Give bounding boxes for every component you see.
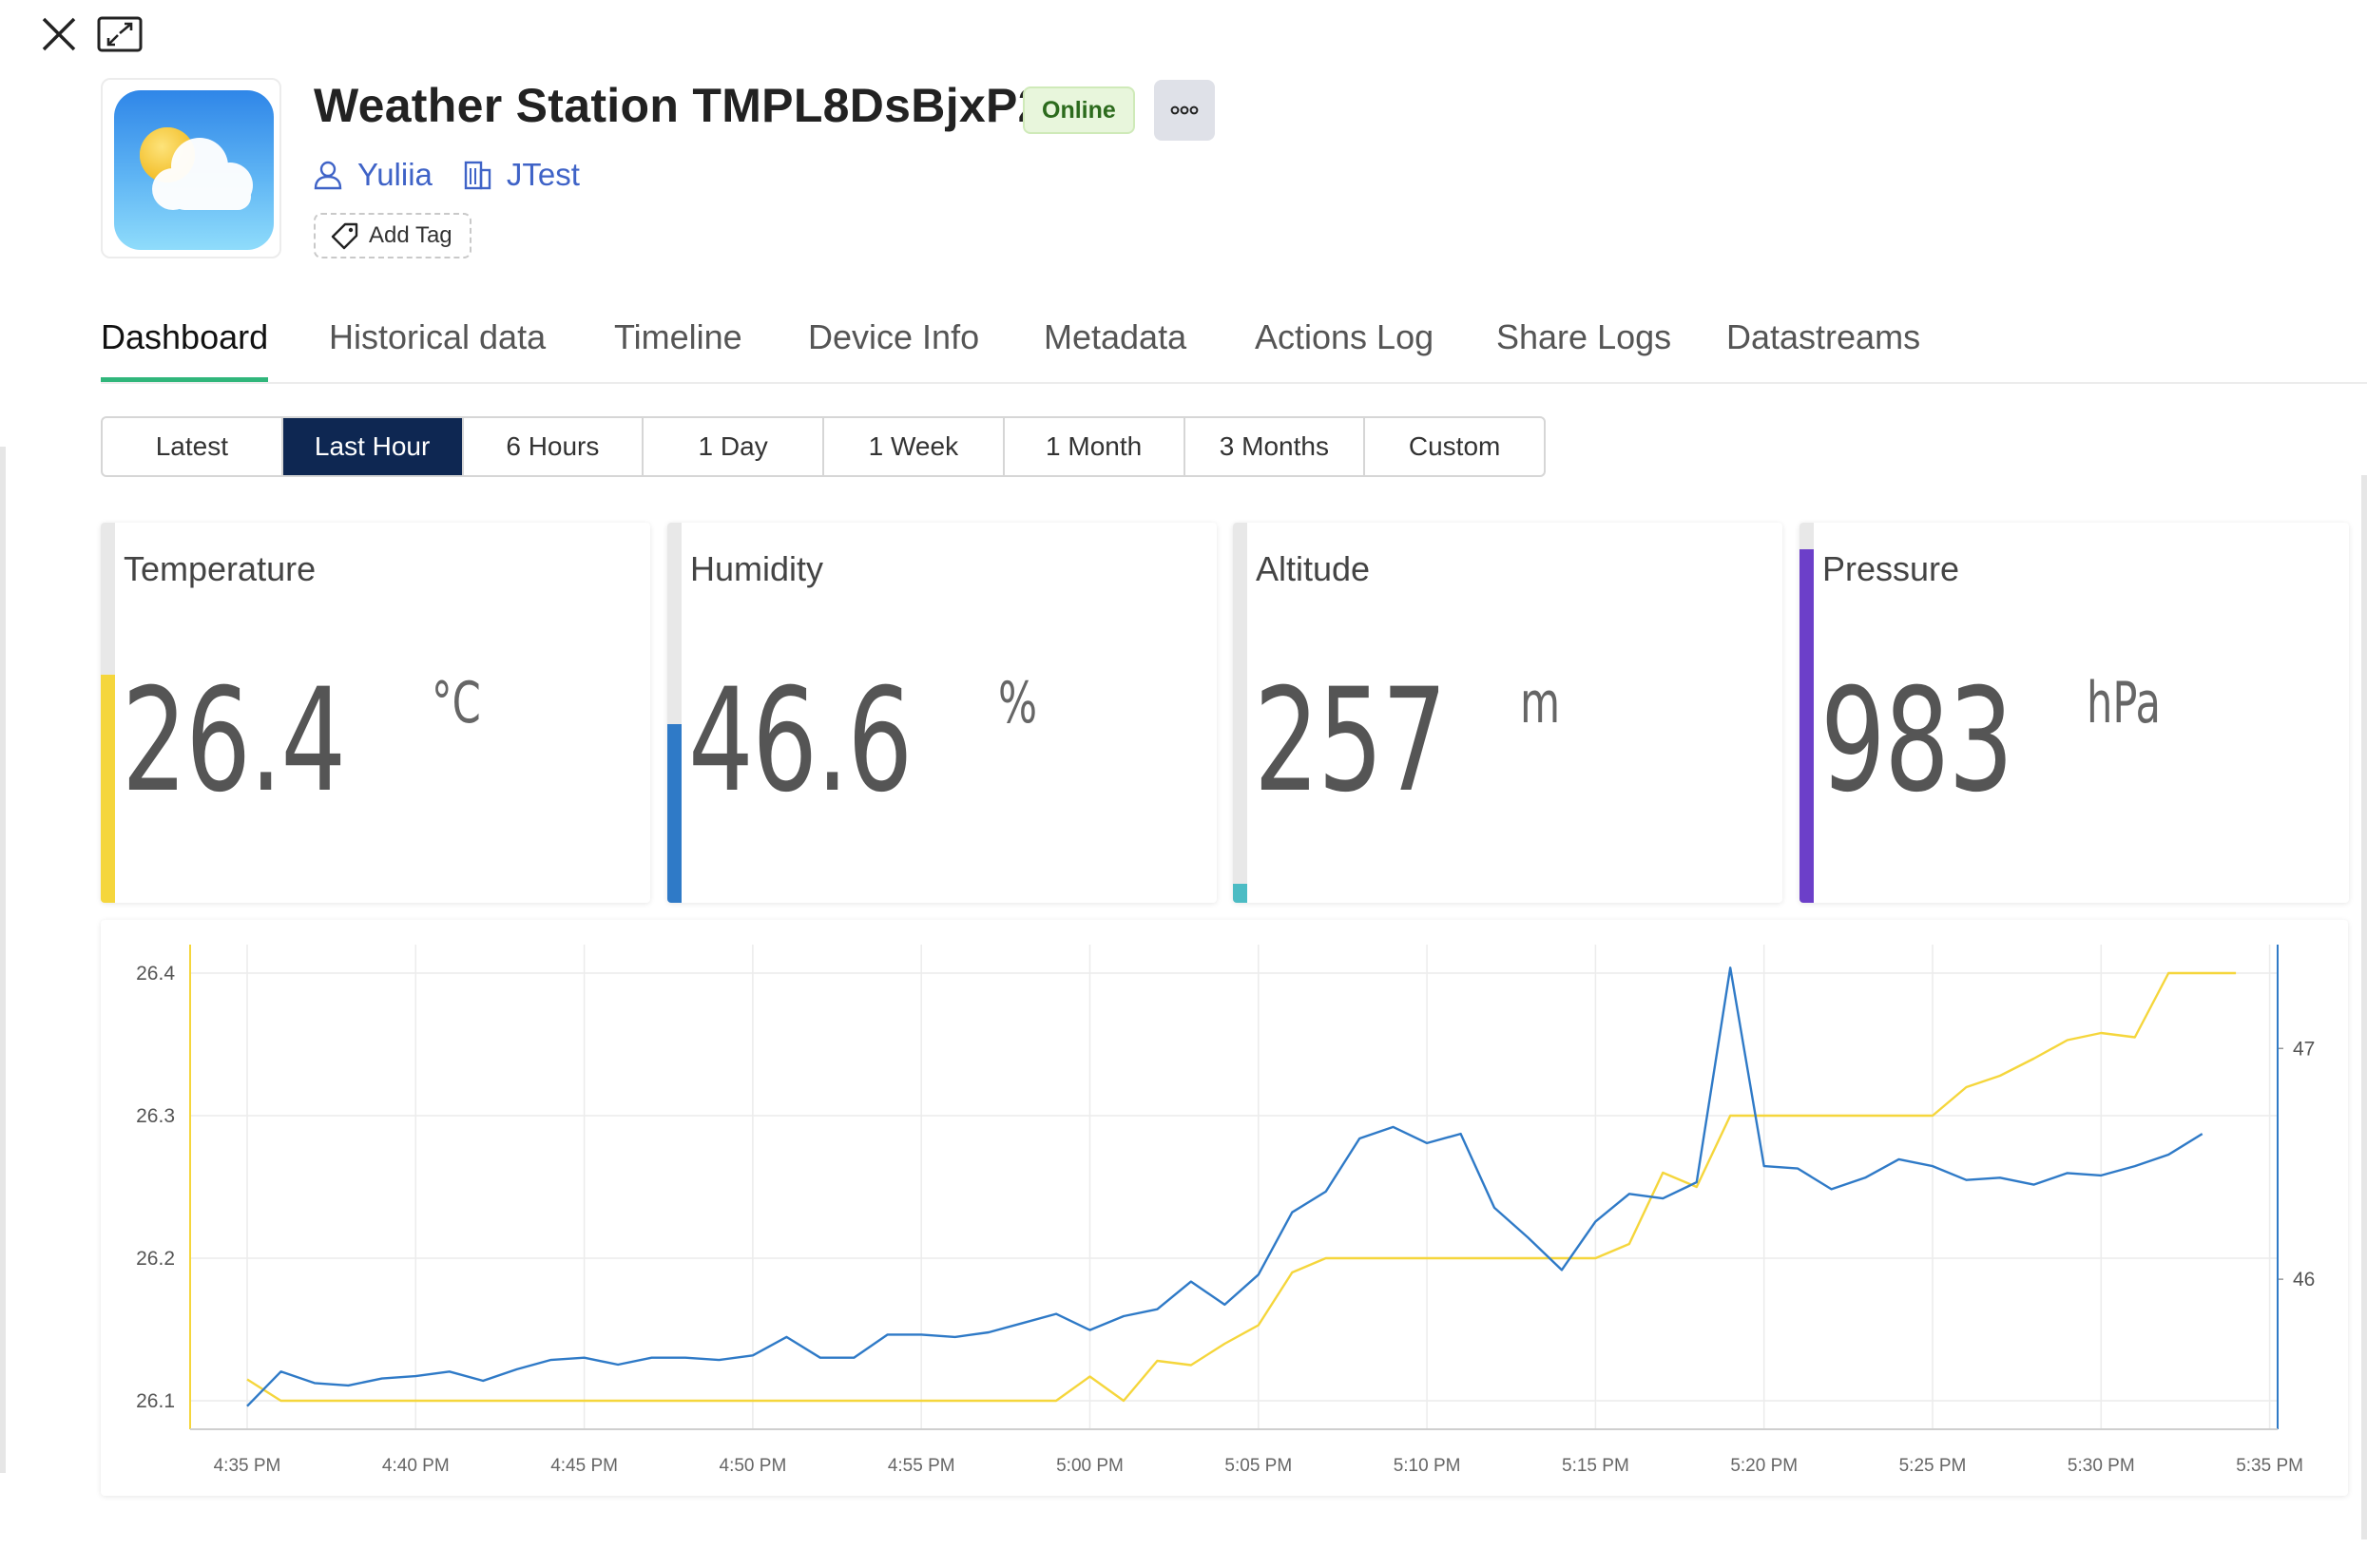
x-tick-label: 4:45 PM bbox=[550, 1456, 618, 1476]
widget-value: 257 bbox=[1254, 659, 1447, 824]
sun-cloud-icon bbox=[114, 90, 274, 250]
y-tick-label-left: 26.4 bbox=[136, 963, 175, 985]
tab-datastreams[interactable]: Datastreams bbox=[1726, 310, 1920, 380]
x-tick-label: 5:35 PM bbox=[2236, 1456, 2303, 1476]
level-fill bbox=[101, 675, 115, 903]
range-6-hours[interactable]: 6 Hours bbox=[464, 418, 645, 475]
owner-link[interactable]: Yuliia bbox=[312, 157, 433, 193]
widget-unit: % bbox=[997, 670, 1038, 736]
add-tag-label: Add Tag bbox=[369, 222, 452, 248]
range-1-day[interactable]: 1 Day bbox=[644, 418, 824, 475]
widget-unit: m bbox=[1520, 670, 1561, 736]
y-tick-label-right: 46 bbox=[2293, 1269, 2315, 1291]
widget-label: Altitude bbox=[1256, 549, 1371, 588]
widget-unit: hPa bbox=[2087, 670, 2162, 736]
x-tick-label: 5:05 PM bbox=[1224, 1456, 1292, 1476]
series-line-humidity bbox=[246, 966, 2203, 1407]
level-fill bbox=[1799, 549, 1814, 903]
time-range-selector: Latest Last Hour 6 Hours 1 Day 1 Week 1 … bbox=[101, 416, 1546, 477]
owner-name: Yuliia bbox=[357, 157, 433, 192]
x-tick-label: 4:55 PM bbox=[888, 1456, 955, 1476]
device-image bbox=[101, 78, 281, 258]
y-tick-label-right: 47 bbox=[2293, 1038, 2315, 1060]
range-1-month[interactable]: 1 Month bbox=[1005, 418, 1185, 475]
widget-label: Humidity bbox=[690, 549, 824, 588]
y-tick-label-left: 26.1 bbox=[136, 1390, 175, 1412]
widget-value: 983 bbox=[1820, 659, 2013, 824]
user-icon bbox=[314, 161, 342, 190]
chart-panel[interactable]: 4:35 PM 4:40 PM 4:45 PM 4:50 PM 4:55 PM 5:00 … bbox=[101, 920, 2348, 1496]
left-panel-edge bbox=[0, 447, 6, 1473]
x-tick-label: 5:10 PM bbox=[1394, 1456, 1461, 1476]
tab-metadata[interactable]: Metadata bbox=[1044, 310, 1186, 380]
series-line-temperature bbox=[246, 971, 2237, 1403]
organization-link[interactable]: JTest bbox=[461, 157, 580, 193]
x-tick-label: 5:00 PM bbox=[1056, 1456, 1124, 1476]
x-tick-label: 4:35 PM bbox=[214, 1456, 281, 1476]
device-owner-row: Yuliia JTest bbox=[312, 152, 608, 198]
x-tick-label: 5:25 PM bbox=[1899, 1456, 1967, 1476]
range-3-months[interactable]: 3 Months bbox=[1185, 418, 1366, 475]
x-tick-label: 5:30 PM bbox=[2068, 1456, 2135, 1476]
widget-unit: °C bbox=[431, 670, 481, 736]
x-tick-label: 4:40 PM bbox=[382, 1456, 450, 1476]
scrollbar-track[interactable] bbox=[2361, 475, 2367, 1539]
organization-name: JTest bbox=[506, 157, 580, 192]
level-track bbox=[101, 523, 115, 903]
expand-icon[interactable] bbox=[93, 8, 146, 61]
x-tick-label: 4:50 PM bbox=[720, 1456, 787, 1476]
widget-value: 46.6 bbox=[688, 659, 913, 824]
widget-label: Temperature bbox=[124, 549, 317, 588]
widget-pressure[interactable]: Pressure 983 hPa bbox=[1799, 523, 2349, 903]
widget-altitude[interactable]: Altitude 257 m bbox=[1233, 523, 1782, 903]
level-track bbox=[1233, 523, 1247, 903]
range-last-hour[interactable]: Last Hour bbox=[282, 418, 464, 475]
tab-actions-log[interactable]: Actions Log bbox=[1255, 310, 1434, 380]
device-tabs: Dashboard Historical data Timeline Devic… bbox=[101, 310, 2367, 384]
level-fill bbox=[1233, 884, 1247, 903]
widget-humidity[interactable]: Humidity 46.6% bbox=[667, 523, 1217, 903]
widget-temperature[interactable]: Temperature 26.4 °C bbox=[101, 523, 650, 903]
x-tick-label: 5:15 PM bbox=[1562, 1456, 1629, 1476]
widget-label: Pressure bbox=[1822, 549, 1960, 588]
y-tick-label-left: 26.3 bbox=[136, 1105, 175, 1127]
widget-value: 26.4 bbox=[122, 659, 346, 824]
tag-icon bbox=[331, 222, 358, 250]
line-chart[interactable]: 4:35 PM 4:40 PM 4:45 PM 4:50 PM 4:55 PM 5:00 … bbox=[101, 920, 2348, 1496]
range-custom[interactable]: Custom bbox=[1365, 418, 1544, 475]
tab-device-info[interactable]: Device Info bbox=[808, 310, 979, 380]
tab-timeline[interactable]: Timeline bbox=[614, 310, 742, 380]
range-1-week[interactable]: 1 Week bbox=[824, 418, 1005, 475]
more-dots-icon bbox=[1170, 105, 1199, 115]
more-options-button[interactable] bbox=[1154, 80, 1215, 141]
level-track bbox=[1799, 523, 1814, 903]
x-tick-label: 5:20 PM bbox=[1730, 1456, 1798, 1476]
tab-share-logs[interactable]: Share Logs bbox=[1496, 310, 1671, 380]
y-tick-label-left: 26.2 bbox=[136, 1248, 175, 1270]
building-icon bbox=[464, 161, 491, 190]
level-fill bbox=[667, 724, 682, 903]
add-tag-button[interactable]: Add Tag bbox=[314, 213, 471, 258]
close-icon[interactable] bbox=[32, 8, 86, 61]
tab-dashboard[interactable]: Dashboard bbox=[101, 310, 269, 382]
range-latest[interactable]: Latest bbox=[103, 418, 283, 475]
level-track bbox=[667, 523, 682, 903]
device-title: Weather Station TMPL8DsBjxP2 bbox=[314, 79, 1045, 132]
tab-historical-data[interactable]: Historical data bbox=[329, 310, 546, 380]
status-badge: Online bbox=[1023, 86, 1135, 134]
